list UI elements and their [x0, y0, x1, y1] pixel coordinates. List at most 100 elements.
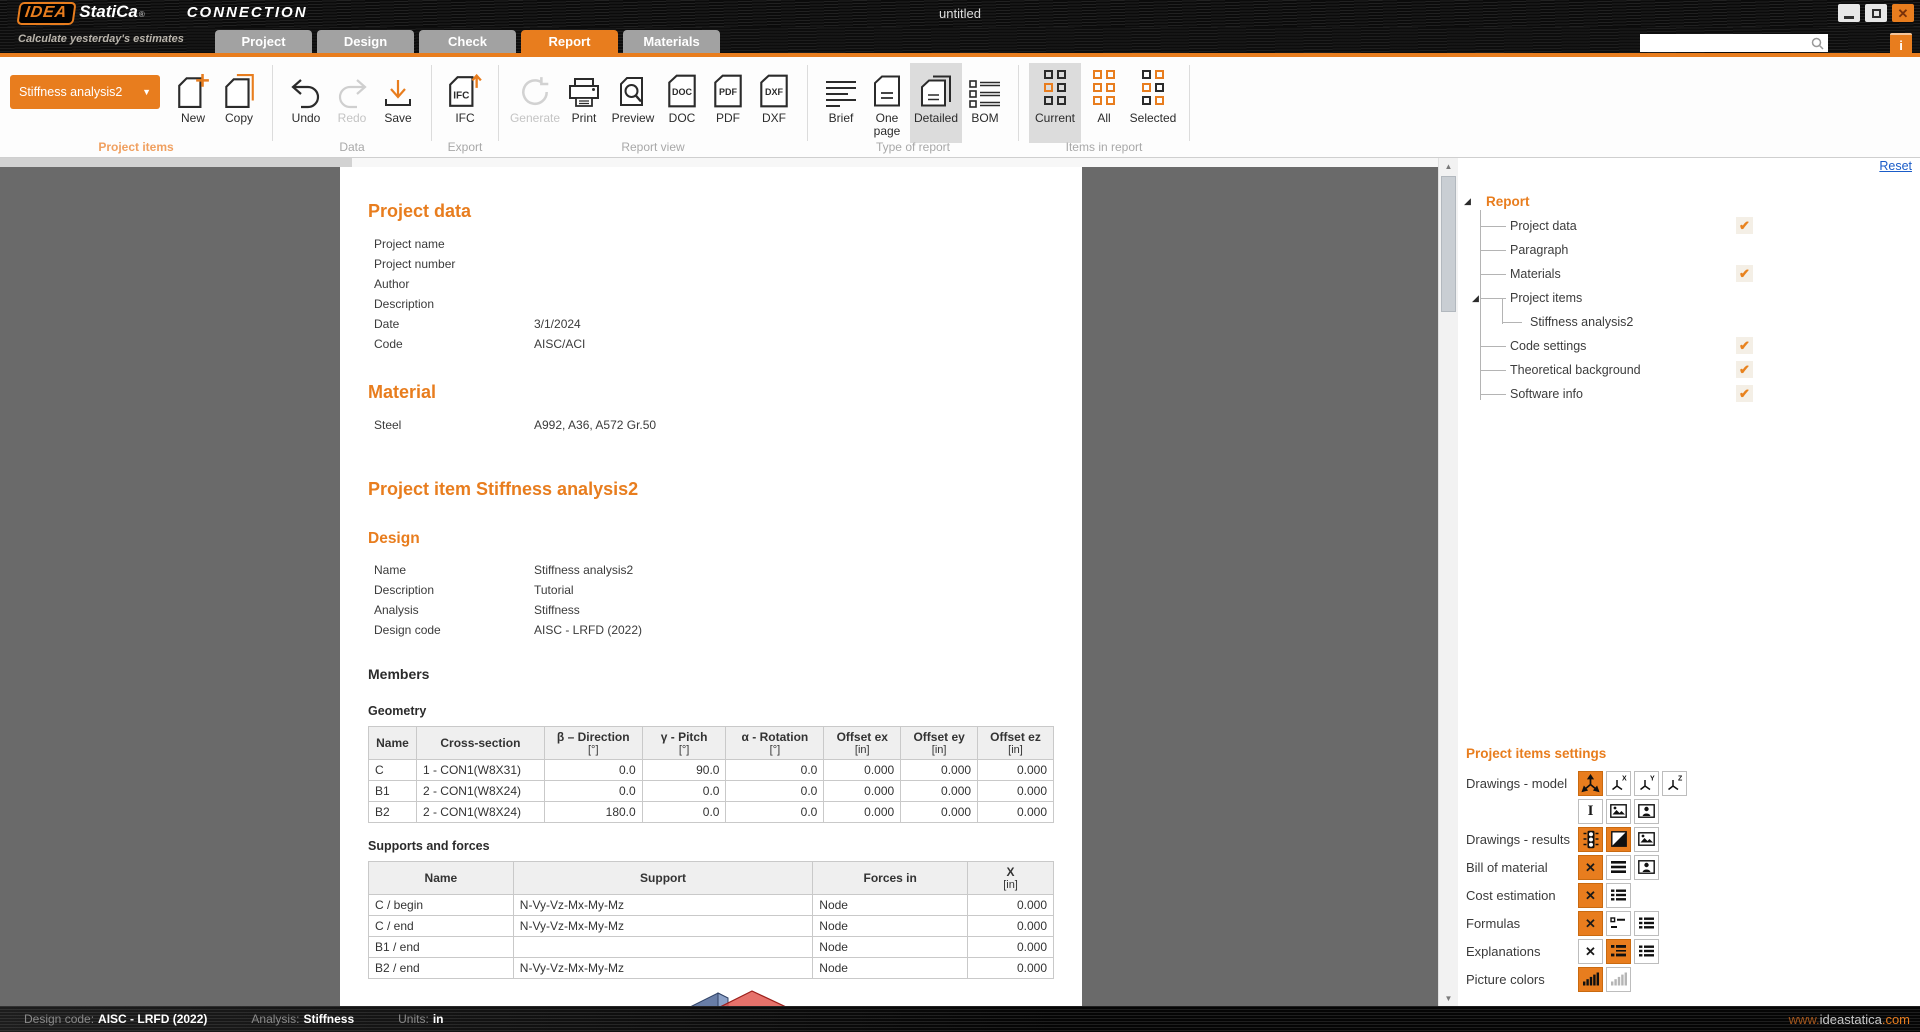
scroll-down-arrow-icon[interactable]: ▼ — [1439, 990, 1458, 1006]
undo-button[interactable]: Undo — [283, 63, 329, 143]
one-page-button[interactable]: One page — [864, 63, 910, 143]
pdf-export-button[interactable]: PDF PDF — [705, 63, 751, 143]
selected-items-button[interactable]: Selected — [1127, 63, 1179, 143]
list-button[interactable] — [1634, 939, 1659, 964]
diagonal-split-button[interactable] — [1606, 827, 1631, 852]
redo-button[interactable]: Redo — [329, 63, 375, 143]
tree-root-report[interactable]: ◢ Report — [1464, 188, 1904, 214]
list-button[interactable] — [1606, 883, 1631, 908]
print-button[interactable]: Print — [561, 63, 607, 143]
tree-item-theoretical-background[interactable]: Theoretical background ✔ — [1464, 358, 1904, 382]
list-button[interactable] — [1634, 911, 1659, 936]
save-button[interactable]: Save — [375, 63, 421, 143]
table-row: C / beginN-Vy-Vz-Mx-My-Mz Node0.000 — [369, 895, 1054, 916]
all-items-button[interactable]: All — [1081, 63, 1127, 143]
col-header: X[in] — [968, 862, 1054, 895]
field-value: Tutorial — [534, 580, 1054, 600]
picture-person-icon — [1638, 860, 1655, 874]
tab-project[interactable]: Project — [215, 30, 312, 53]
picture-person-button[interactable] — [1634, 799, 1659, 824]
field-label: Code — [374, 334, 534, 354]
ribbon-group-items-in-report: Current All Selected Items in report — [1019, 57, 1189, 157]
doc-file-icon: DOC — [667, 67, 697, 109]
tree-item-software-info[interactable]: Software info ✔ — [1464, 382, 1904, 406]
tree-item-project-items[interactable]: ◢ Project items ✔ — [1464, 286, 1904, 310]
section-view-button[interactable]: I — [1578, 799, 1603, 824]
reset-link[interactable]: Reset — [1879, 159, 1912, 173]
generate-button[interactable]: Generate — [509, 63, 561, 143]
dxf-export-button[interactable]: DXF DXF — [751, 63, 797, 143]
field-value — [534, 274, 1054, 294]
maximize-button[interactable] — [1865, 4, 1887, 22]
none-button[interactable]: ✕ — [1578, 939, 1603, 964]
picture-person-button[interactable] — [1634, 855, 1659, 880]
table-row: B1 / end Node0.000 — [369, 937, 1054, 958]
picture-button[interactable] — [1634, 827, 1659, 852]
col-header: Offset ey[in] — [901, 727, 978, 760]
gray-bars-button[interactable] — [1606, 967, 1631, 992]
close-button[interactable]: ✕ — [1892, 4, 1914, 22]
color-bars-button[interactable] — [1578, 967, 1603, 992]
horizontal-scrollbar[interactable] — [0, 158, 1438, 167]
search-input[interactable] — [1640, 36, 1811, 50]
brief-button[interactable]: Brief — [818, 63, 864, 143]
website-link[interactable]: www.ideastatica.com — [1789, 1012, 1910, 1027]
list-with-text-button[interactable] — [1606, 939, 1631, 964]
tree-item-stiffness-analysis2[interactable]: Stiffness analysis2 ✔ — [1464, 310, 1904, 334]
chevron-down-icon: ▼ — [142, 87, 151, 97]
report-tree: ◢ Report Project data ✔ Paragraph ✔ — [1464, 188, 1904, 406]
horizontal-scrollbar-thumb[interactable] — [0, 158, 352, 167]
tree-expanded-icon[interactable]: ◢ — [1464, 196, 1478, 207]
checkbox-checked-icon[interactable]: ✔ — [1736, 361, 1753, 378]
settings-row-cost-estimation: Cost estimation ✕ — [1466, 881, 1912, 909]
tree-item-code-settings[interactable]: Code settings ✔ — [1464, 334, 1904, 358]
tree-item-project-data[interactable]: Project data ✔ — [1464, 214, 1904, 238]
none-button[interactable]: ✕ — [1578, 883, 1603, 908]
tree-item-materials[interactable]: Materials ✔ — [1464, 262, 1904, 286]
tab-check[interactable]: Check — [419, 30, 516, 53]
tab-design[interactable]: Design — [317, 30, 414, 53]
project-item-selector[interactable]: Stiffness analysis2 ▼ — [10, 75, 160, 109]
info-button[interactable]: i — [1890, 33, 1912, 55]
axes-z-icon: Z — [1665, 774, 1684, 793]
redo-icon — [335, 67, 369, 109]
group-label-report-view: Report view — [499, 140, 807, 154]
current-items-button[interactable]: Current — [1029, 63, 1081, 143]
supports-caption: Supports and forces — [368, 839, 1054, 853]
picture-button[interactable] — [1606, 799, 1631, 824]
tab-report[interactable]: Report — [521, 30, 618, 53]
search-icon[interactable] — [1811, 37, 1824, 50]
vertical-scrollbar-thumb[interactable] — [1441, 176, 1456, 312]
axes-z-button[interactable]: Z — [1662, 771, 1687, 796]
checkbox-checked-icon[interactable]: ✔ — [1736, 385, 1753, 402]
checkbox-checked-icon[interactable]: ✔ — [1736, 337, 1753, 354]
tab-materials[interactable]: Materials — [623, 30, 720, 53]
lines-button[interactable] — [1606, 855, 1631, 880]
preview-button[interactable]: Preview — [607, 63, 659, 143]
detailed-button[interactable]: Detailed — [910, 63, 962, 143]
none-button[interactable]: ✕ — [1578, 911, 1603, 936]
axes-iso-button[interactable] — [1578, 771, 1603, 796]
vertical-scrollbar[interactable]: ▲ ▼ — [1438, 158, 1458, 1006]
field-label: Design code — [374, 620, 534, 640]
list-with-text-icon — [1610, 944, 1627, 958]
tree-expanded-icon[interactable]: ◢ — [1472, 293, 1479, 304]
new-button[interactable]: New — [170, 63, 216, 143]
tree-item-paragraph[interactable]: Paragraph ✔ — [1464, 238, 1904, 262]
ifc-file-icon: IFC — [448, 67, 482, 109]
traffic-light-button[interactable] — [1578, 827, 1603, 852]
axes-y-button[interactable]: Y — [1634, 771, 1659, 796]
short-list-button[interactable] — [1606, 911, 1631, 936]
scroll-up-arrow-icon[interactable]: ▲ — [1439, 158, 1458, 174]
axes-x-button[interactable]: X — [1606, 771, 1631, 796]
bom-button[interactable]: BOM — [962, 63, 1008, 143]
none-button[interactable]: ✕ — [1578, 855, 1603, 880]
checkbox-checked-icon[interactable]: ✔ — [1736, 217, 1753, 234]
group-label-data: Data — [273, 140, 431, 154]
copy-button[interactable]: Copy — [216, 63, 262, 143]
ifc-export-button[interactable]: IFC IFC — [442, 63, 488, 143]
minimize-button[interactable] — [1838, 4, 1860, 22]
doc-export-button[interactable]: DOC DOC — [659, 63, 705, 143]
col-header: γ - Pitch[°] — [642, 727, 726, 760]
checkbox-checked-icon[interactable]: ✔ — [1736, 265, 1753, 282]
